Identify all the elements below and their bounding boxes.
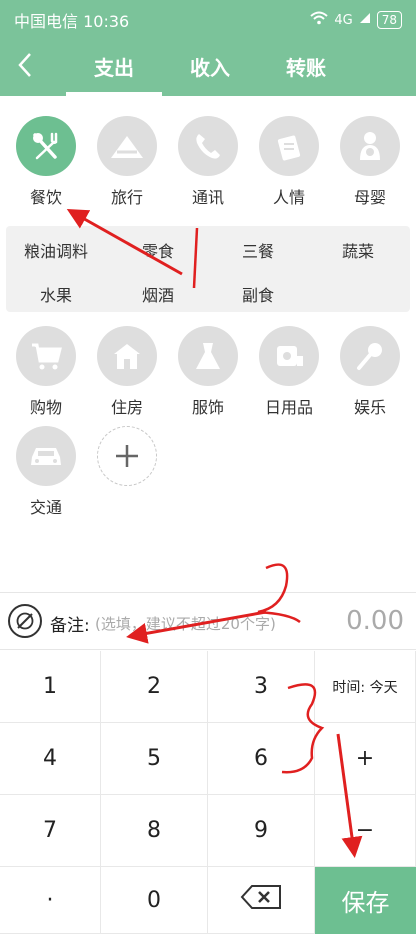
backspace-icon bbox=[240, 884, 282, 916]
carrier-time: 中国电信 10:36 bbox=[14, 12, 130, 31]
category-label: 住房 bbox=[110, 398, 143, 417]
category-label: 母婴 bbox=[353, 188, 386, 207]
key-dot[interactable]: · bbox=[0, 867, 101, 934]
category-label: 娱乐 bbox=[353, 398, 386, 417]
category-travel[interactable]: 旅行 bbox=[88, 116, 166, 208]
cart-icon bbox=[16, 326, 76, 386]
gift-envelope-icon bbox=[259, 116, 319, 176]
category-daily-goods[interactable]: 日用品 bbox=[250, 326, 328, 418]
category-label: 通讯 bbox=[191, 188, 224, 207]
subcategory-item[interactable]: 零食 bbox=[108, 238, 208, 262]
car-icon bbox=[16, 426, 76, 486]
date-picker-button[interactable]: 时间: 今天 bbox=[315, 651, 416, 723]
tab-income[interactable]: 收入 bbox=[162, 40, 258, 96]
category-gifts[interactable]: 人情 bbox=[250, 116, 328, 208]
utensils-icon bbox=[16, 116, 76, 176]
keypad: 1 2 3 时间: 今天 4 5 6 + 7 8 9 − · 0 保存 bbox=[0, 651, 416, 934]
microphone-icon bbox=[340, 326, 400, 386]
category-label: 服饰 bbox=[191, 398, 224, 417]
battery-indicator: 78 bbox=[376, 11, 402, 29]
category-label: 人情 bbox=[272, 188, 305, 207]
signal-icon bbox=[359, 12, 371, 28]
memo-input[interactable]: (选填，建议不超过20个字) bbox=[95, 613, 300, 634]
key-2[interactable]: 2 bbox=[101, 651, 208, 723]
minus-button[interactable]: − bbox=[315, 795, 416, 867]
tent-icon bbox=[97, 116, 157, 176]
key-4[interactable]: 4 bbox=[0, 723, 101, 795]
category-telecom[interactable]: 通讯 bbox=[169, 116, 247, 208]
plus-button[interactable]: + bbox=[315, 723, 416, 795]
header: 支出 收入 转账 bbox=[0, 40, 416, 96]
subcategory-item[interactable]: 副食 bbox=[208, 282, 308, 306]
subcategory-item[interactable]: 粮油调料 bbox=[6, 238, 106, 262]
category-entertainment[interactable]: 娱乐 bbox=[331, 326, 409, 418]
save-button[interactable]: 保存 bbox=[315, 867, 416, 934]
category-baby[interactable]: 母婴 bbox=[331, 116, 409, 208]
subcategory-panel: 粮油调料 零食 三餐 蔬菜 水果 烟酒 副食 bbox=[6, 226, 410, 312]
baby-icon bbox=[340, 116, 400, 176]
category-label: 餐饮 bbox=[29, 188, 62, 207]
key-0[interactable]: 0 bbox=[101, 867, 208, 934]
category-shopping[interactable]: 购物 bbox=[7, 326, 85, 418]
chevron-left-icon bbox=[17, 52, 33, 82]
amount-display: 0.00 bbox=[346, 606, 404, 636]
category-label: 旅行 bbox=[110, 188, 143, 207]
category-housing[interactable]: 住房 bbox=[88, 326, 166, 418]
key-5[interactable]: 5 bbox=[101, 723, 208, 795]
back-button[interactable] bbox=[10, 52, 40, 82]
memo-label: 备注: bbox=[50, 616, 90, 636]
key-7[interactable]: 7 bbox=[0, 795, 101, 867]
subcategory-item[interactable]: 三餐 bbox=[208, 238, 308, 262]
subcategory-item[interactable]: 水果 bbox=[6, 282, 106, 306]
key-9[interactable]: 9 bbox=[208, 795, 315, 867]
category-label: 日用品 bbox=[264, 398, 313, 417]
backspace-button[interactable] bbox=[208, 867, 315, 934]
tab-expense[interactable]: 支出 bbox=[66, 40, 162, 96]
category-clothing[interactable]: 服饰 bbox=[169, 326, 247, 418]
key-1[interactable]: 1 bbox=[0, 651, 101, 723]
wifi-icon bbox=[310, 11, 329, 29]
category-label: 交通 bbox=[29, 498, 62, 517]
add-category-button[interactable] bbox=[88, 426, 166, 486]
no-sign-icon[interactable] bbox=[8, 604, 42, 638]
key-3[interactable]: 3 bbox=[208, 651, 315, 723]
tab-transfer[interactable]: 转账 bbox=[258, 40, 354, 96]
dress-icon bbox=[178, 326, 238, 386]
status-bar: 中国电信 10:36 4G 78 bbox=[0, 0, 416, 40]
type-tabs: 支出 收入 转账 bbox=[66, 40, 354, 96]
subcategory-item[interactable]: 烟酒 bbox=[108, 282, 208, 306]
key-6[interactable]: 6 bbox=[208, 723, 315, 795]
plus-icon bbox=[97, 426, 157, 486]
house-icon bbox=[97, 326, 157, 386]
network-label: 4G bbox=[334, 12, 353, 28]
category-label: 购物 bbox=[29, 398, 62, 417]
memo-row: 备注: (选填，建议不超过20个字) 0.00 bbox=[0, 592, 416, 650]
category-transport[interactable]: 交通 bbox=[7, 426, 85, 518]
subcategory-item[interactable]: 蔬菜 bbox=[308, 238, 408, 262]
key-8[interactable]: 8 bbox=[101, 795, 208, 867]
tissue-roll-icon bbox=[259, 326, 319, 386]
phone-icon bbox=[178, 116, 238, 176]
category-dining[interactable]: 餐饮 bbox=[7, 116, 85, 208]
